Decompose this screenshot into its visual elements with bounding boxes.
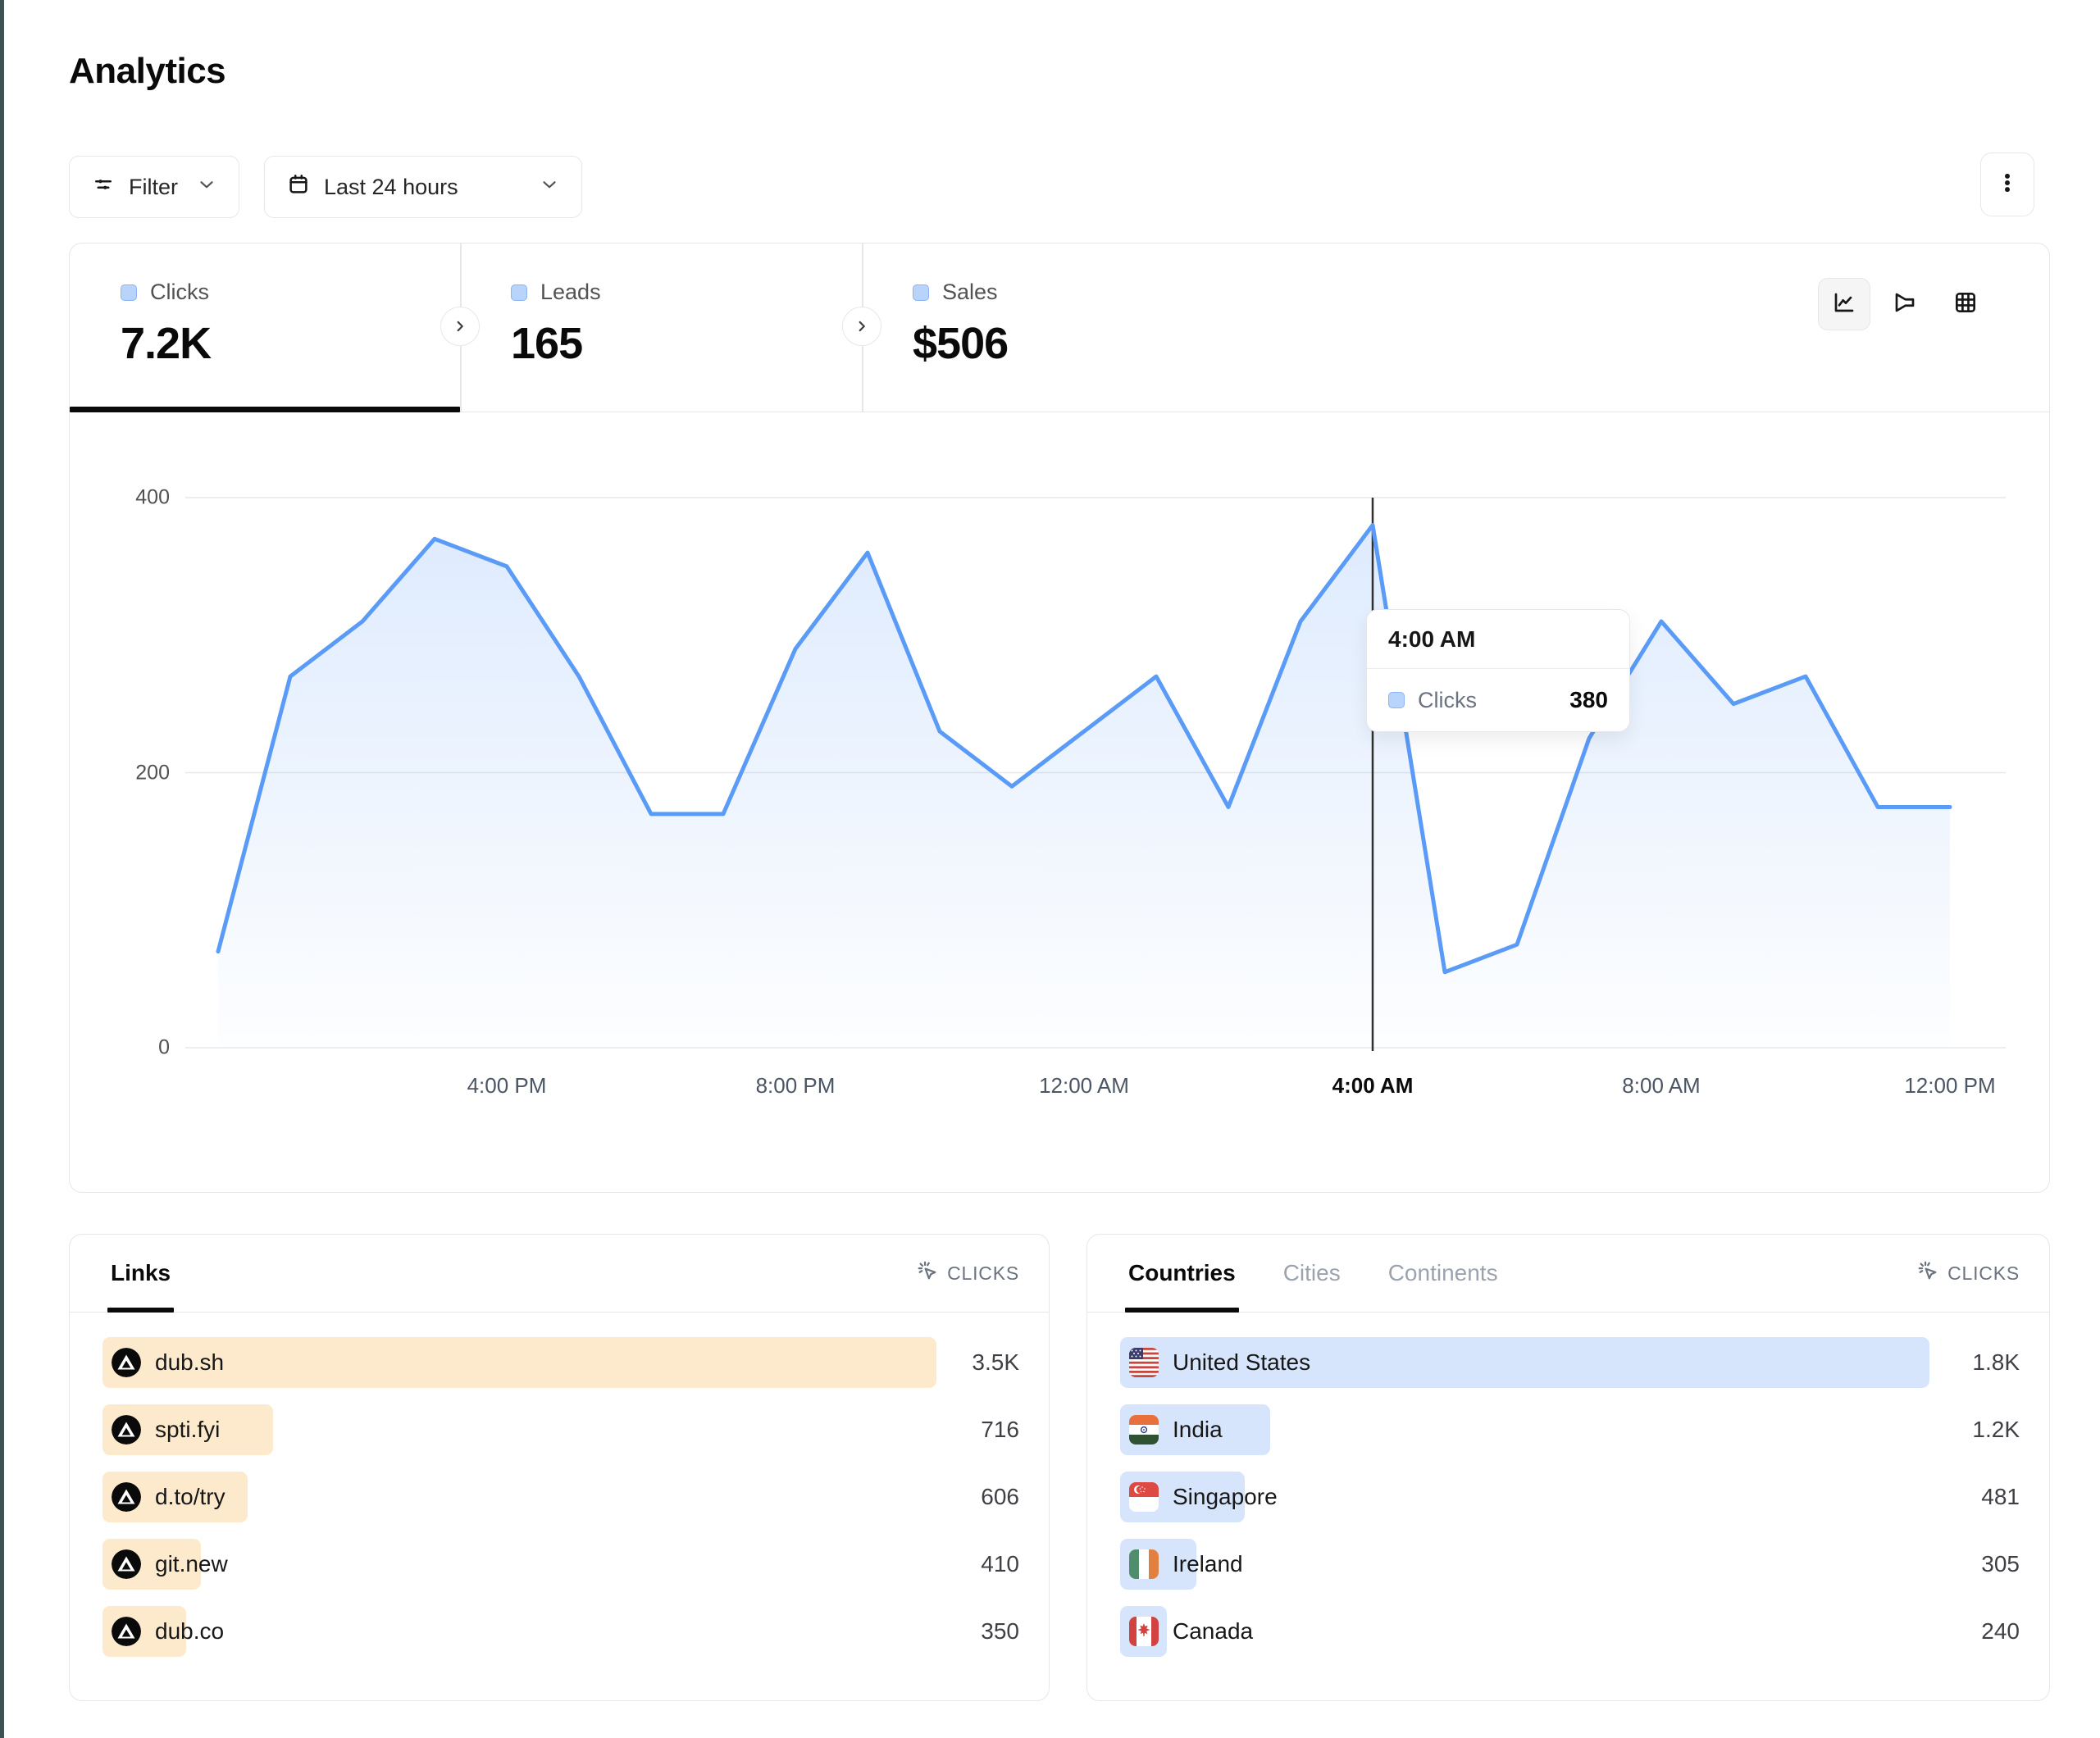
- row-value: 240: [1981, 1618, 2020, 1645]
- date-range-button[interactable]: Last 24 hours: [264, 156, 582, 218]
- row-value: 350: [981, 1618, 1019, 1645]
- cursor-click-icon: [1916, 1259, 1939, 1287]
- tab-links[interactable]: Links: [111, 1235, 171, 1312]
- links-panel: Links CLICKS dub.sh 3.5K spti.fyi 716 d.to/t…: [69, 1234, 1050, 1701]
- cursor-click-icon: [916, 1259, 939, 1287]
- countries-sort-by-clicks[interactable]: CLICKS: [1916, 1259, 2020, 1287]
- row-label: United States: [1173, 1349, 1310, 1376]
- us-flag-icon: [1129, 1348, 1159, 1377]
- tab-countries[interactable]: Countries: [1128, 1235, 1236, 1312]
- filter-label: Filter: [129, 175, 178, 200]
- row-label: Ireland: [1173, 1551, 1243, 1577]
- x-axis-tick: 12:00 PM: [1904, 1073, 1995, 1099]
- country-row[interactable]: United States 1.8K: [1120, 1337, 2020, 1388]
- tooltip-legend-square: [1388, 692, 1405, 708]
- row-value: 3.5K: [972, 1349, 1019, 1376]
- chart-tooltip: 4:00 AM Clicks 380: [1366, 609, 1630, 732]
- row-label: dub.sh: [155, 1349, 224, 1376]
- country-row[interactable]: Ireland 305: [1120, 1539, 2020, 1590]
- tooltip-time: 4:00 AM: [1367, 610, 1629, 669]
- link-row[interactable]: dub.sh 3.5K: [102, 1337, 1019, 1388]
- link-row[interactable]: git.new 410: [102, 1539, 1019, 1590]
- row-label: India: [1173, 1417, 1223, 1443]
- tab-cities[interactable]: Cities: [1283, 1235, 1341, 1312]
- dub-logo-icon: [112, 1549, 141, 1579]
- row-label: dub.co: [155, 1618, 224, 1645]
- chevron-down-icon: [196, 174, 217, 201]
- links-sort-by-clicks[interactable]: CLICKS: [916, 1259, 1019, 1287]
- sidebar-edge: [0, 0, 4, 1738]
- row-value: 1.2K: [1972, 1417, 2020, 1443]
- row-value: 481: [1981, 1484, 2020, 1510]
- calendar-icon: [286, 172, 311, 202]
- y-axis-tick: 400: [96, 486, 170, 510]
- chevron-down-icon: [539, 174, 560, 201]
- x-axis-tick: 8:00 AM: [1622, 1073, 1700, 1099]
- tooltip-series-label: Clicks: [1418, 688, 1556, 713]
- dub-logo-icon: [112, 1617, 141, 1646]
- row-label: Singapore: [1173, 1484, 1278, 1510]
- in-flag-icon: [1129, 1415, 1159, 1445]
- country-row[interactable]: Canada 240: [1120, 1606, 2020, 1657]
- row-value: 410: [981, 1551, 1019, 1577]
- link-row[interactable]: spti.fyi 716: [102, 1404, 1019, 1455]
- date-range-label: Last 24 hours: [324, 175, 458, 200]
- row-label: Canada: [1173, 1618, 1253, 1645]
- analytics-chart-card: Clicks 7.2K Leads 165 Sales $506: [69, 243, 2050, 1193]
- link-row[interactable]: dub.co 350: [102, 1606, 1019, 1657]
- chart-area-fill: [218, 525, 1950, 1048]
- dub-logo-icon: [112, 1482, 141, 1512]
- countries-panel-header: Countries Cities Continents CLICKS: [1087, 1235, 2049, 1313]
- filter-button[interactable]: Filter: [69, 156, 239, 218]
- y-axis-tick: 200: [96, 761, 170, 785]
- row-label: git.new: [155, 1551, 228, 1577]
- x-axis-tick: 4:00 AM: [1332, 1073, 1414, 1099]
- dub-logo-icon: [112, 1415, 141, 1445]
- x-axis-tick: 8:00 PM: [756, 1073, 836, 1099]
- x-axis-tick: 4:00 PM: [467, 1073, 547, 1099]
- more-options-button[interactable]: [1980, 152, 2034, 216]
- row-label: d.to/try: [155, 1484, 225, 1510]
- sg-flag-icon: [1129, 1482, 1159, 1512]
- row-value: 606: [981, 1484, 1019, 1510]
- row-label: spti.fyi: [155, 1417, 220, 1443]
- country-row[interactable]: India 1.2K: [1120, 1404, 2020, 1455]
- dub-logo-icon: [112, 1348, 141, 1377]
- filter-icon: [91, 172, 116, 202]
- country-row[interactable]: Singapore 481: [1120, 1472, 2020, 1522]
- link-row[interactable]: d.to/try 606: [102, 1472, 1019, 1522]
- links-rows: dub.sh 3.5K spti.fyi 716 d.to/try 606 git.new 4…: [102, 1337, 1019, 1673]
- row-value: 305: [1981, 1551, 2020, 1577]
- links-panel-header: Links CLICKS: [70, 1235, 1049, 1313]
- countries-rows: United States 1.8K India 1.2K Singapore 481 Ir…: [1120, 1337, 2020, 1673]
- clicks-area-chart[interactable]: [70, 243, 2051, 1194]
- page-title: Analytics: [69, 51, 225, 92]
- ca-flag-icon: [1129, 1617, 1159, 1646]
- tooltip-value: 380: [1569, 687, 1608, 713]
- row-value: 716: [981, 1417, 1019, 1443]
- x-axis-tick: 12:00 AM: [1039, 1073, 1129, 1099]
- row-value: 1.8K: [1972, 1349, 2020, 1376]
- countries-panel: Countries Cities Continents CLICKS United …: [1086, 1234, 2050, 1701]
- row-bar: [102, 1337, 936, 1388]
- y-axis-tick: 0: [96, 1036, 170, 1060]
- ie-flag-icon: [1129, 1549, 1159, 1579]
- tab-continents[interactable]: Continents: [1388, 1235, 1498, 1312]
- kebab-menu-icon: [1995, 171, 2020, 199]
